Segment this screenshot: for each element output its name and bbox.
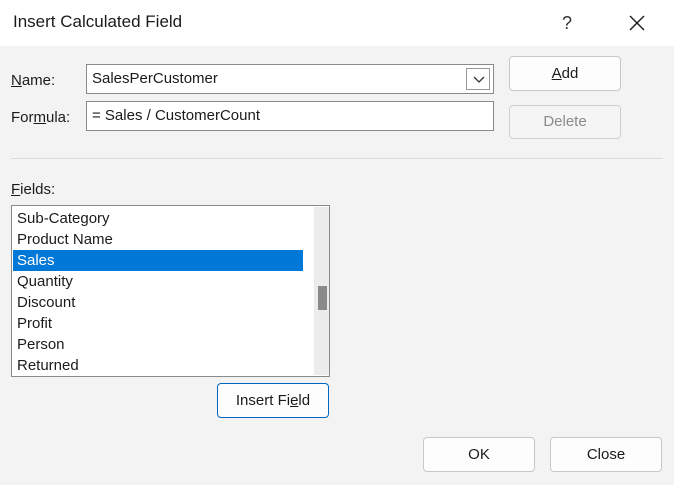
separator [11,158,663,159]
name-dropdown-button[interactable] [466,68,490,90]
list-item[interactable]: Profit [13,313,303,334]
fields-label: Fields: [11,181,56,198]
title-bar: Insert Calculated Field ? [0,0,674,46]
list-item[interactable]: Quantity [13,271,303,292]
formula-value[interactable]: = Sales / CustomerCount [92,107,260,124]
list-item-selected[interactable]: Sales [13,250,303,271]
scrollbar-thumb[interactable] [318,286,327,310]
list-item[interactable]: Returned [13,355,303,376]
insert-calculated-field-dialog: Insert Calculated Field ? Name: SalesPer… [0,0,674,485]
close-window-button[interactable] [620,8,654,38]
name-value[interactable]: SalesPerCustomer [92,70,218,87]
chevron-down-icon [473,76,485,83]
add-button[interactable]: Add [509,56,621,91]
help-button[interactable]: ? [552,8,582,38]
insert-field-button[interactable]: Insert Field [217,383,329,418]
name-label: Name: [11,72,56,89]
list-item[interactable]: Sub-Category [13,208,303,229]
fields-scrollbar[interactable] [314,207,329,375]
formula-input[interactable]: = Sales / CustomerCount [86,101,494,131]
delete-button[interactable]: Delete [509,105,621,139]
close-button[interactable]: Close [550,437,662,472]
name-combobox[interactable]: SalesPerCustomer [86,64,494,94]
list-item[interactable]: Person [13,334,303,355]
dialog-title: Insert Calculated Field [13,12,183,31]
close-icon [629,15,645,31]
formula-label: Formula: [11,109,71,126]
list-item[interactable]: Discount [13,292,303,313]
ok-button[interactable]: OK [423,437,535,472]
list-item[interactable]: Product Name [13,229,303,250]
fields-listbox[interactable]: Sub-Category Product Name Sales Quantity… [11,205,330,377]
